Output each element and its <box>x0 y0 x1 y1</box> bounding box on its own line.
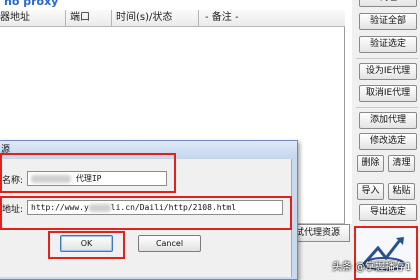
redacted-text <box>88 203 111 212</box>
column-header-address[interactable]: 器地址 <box>0 10 66 27</box>
cancel-button[interactable]: Cancel <box>138 235 201 252</box>
name-label: 名称: <box>2 176 24 186</box>
column-header-port[interactable]: 端口 <box>66 10 112 27</box>
cancel-ie-proxy-button[interactable]: 取消IE代理 <box>359 85 417 102</box>
proxy-resource-dialog: 源 名称: 代理IP 地址: http://www.y li.cn/Daili/h… <box>0 140 298 280</box>
separator <box>356 107 418 108</box>
window-title-text: no proxy <box>4 0 59 8</box>
ok-button[interactable]: OK <box>60 235 113 252</box>
window-title: no proxy <box>0 0 352 9</box>
list-header: 器地址 端口 时间(s)/状态 - 备注 - <box>0 10 345 27</box>
verify-selected-button[interactable]: 验证选定 <box>359 36 417 53</box>
address-field-suffix: li.cn/Daili/http/2108.html <box>110 203 237 212</box>
add-proxy-button[interactable]: 添加代理 <box>359 112 417 129</box>
address-field[interactable]: http://www.y li.cn/Daili/http/2108.html <box>27 200 283 215</box>
separator <box>356 58 418 59</box>
clear-button[interactable]: 清理 <box>388 155 415 172</box>
export-selected-button[interactable]: 导出选定 <box>359 204 417 221</box>
address-label: 地址: <box>2 205 24 215</box>
name-field-value: 代理IP <box>75 174 102 183</box>
dialog-title: 源 <box>0 141 297 159</box>
column-header-note[interactable]: - 备注 - <box>199 10 345 27</box>
set-ie-proxy-button[interactable]: 设为IE代理 <box>359 63 417 80</box>
edit-selected-button[interactable]: 修改选定 <box>359 133 417 150</box>
import-button[interactable]: 导入 <box>357 183 384 200</box>
proxy-button[interactable]: 代理 <box>359 0 417 7</box>
address-field-prefix: http://www.y <box>31 203 89 212</box>
paste-button[interactable]: 粘贴 <box>388 183 415 200</box>
watermark: 头条 @掌握播存1 <box>332 262 412 273</box>
verify-all-button[interactable]: 验证全部 <box>359 13 417 30</box>
name-field[interactable]: 代理IP <box>27 171 167 186</box>
dialog-body: 名称: 代理IP 地址: http://www.y li.cn/Daili/htt… <box>0 159 292 277</box>
column-header-time-status[interactable]: 时间(s)/状态 <box>112 10 199 27</box>
delete-button[interactable]: 删除 <box>357 155 384 172</box>
redacted-text <box>31 174 71 183</box>
